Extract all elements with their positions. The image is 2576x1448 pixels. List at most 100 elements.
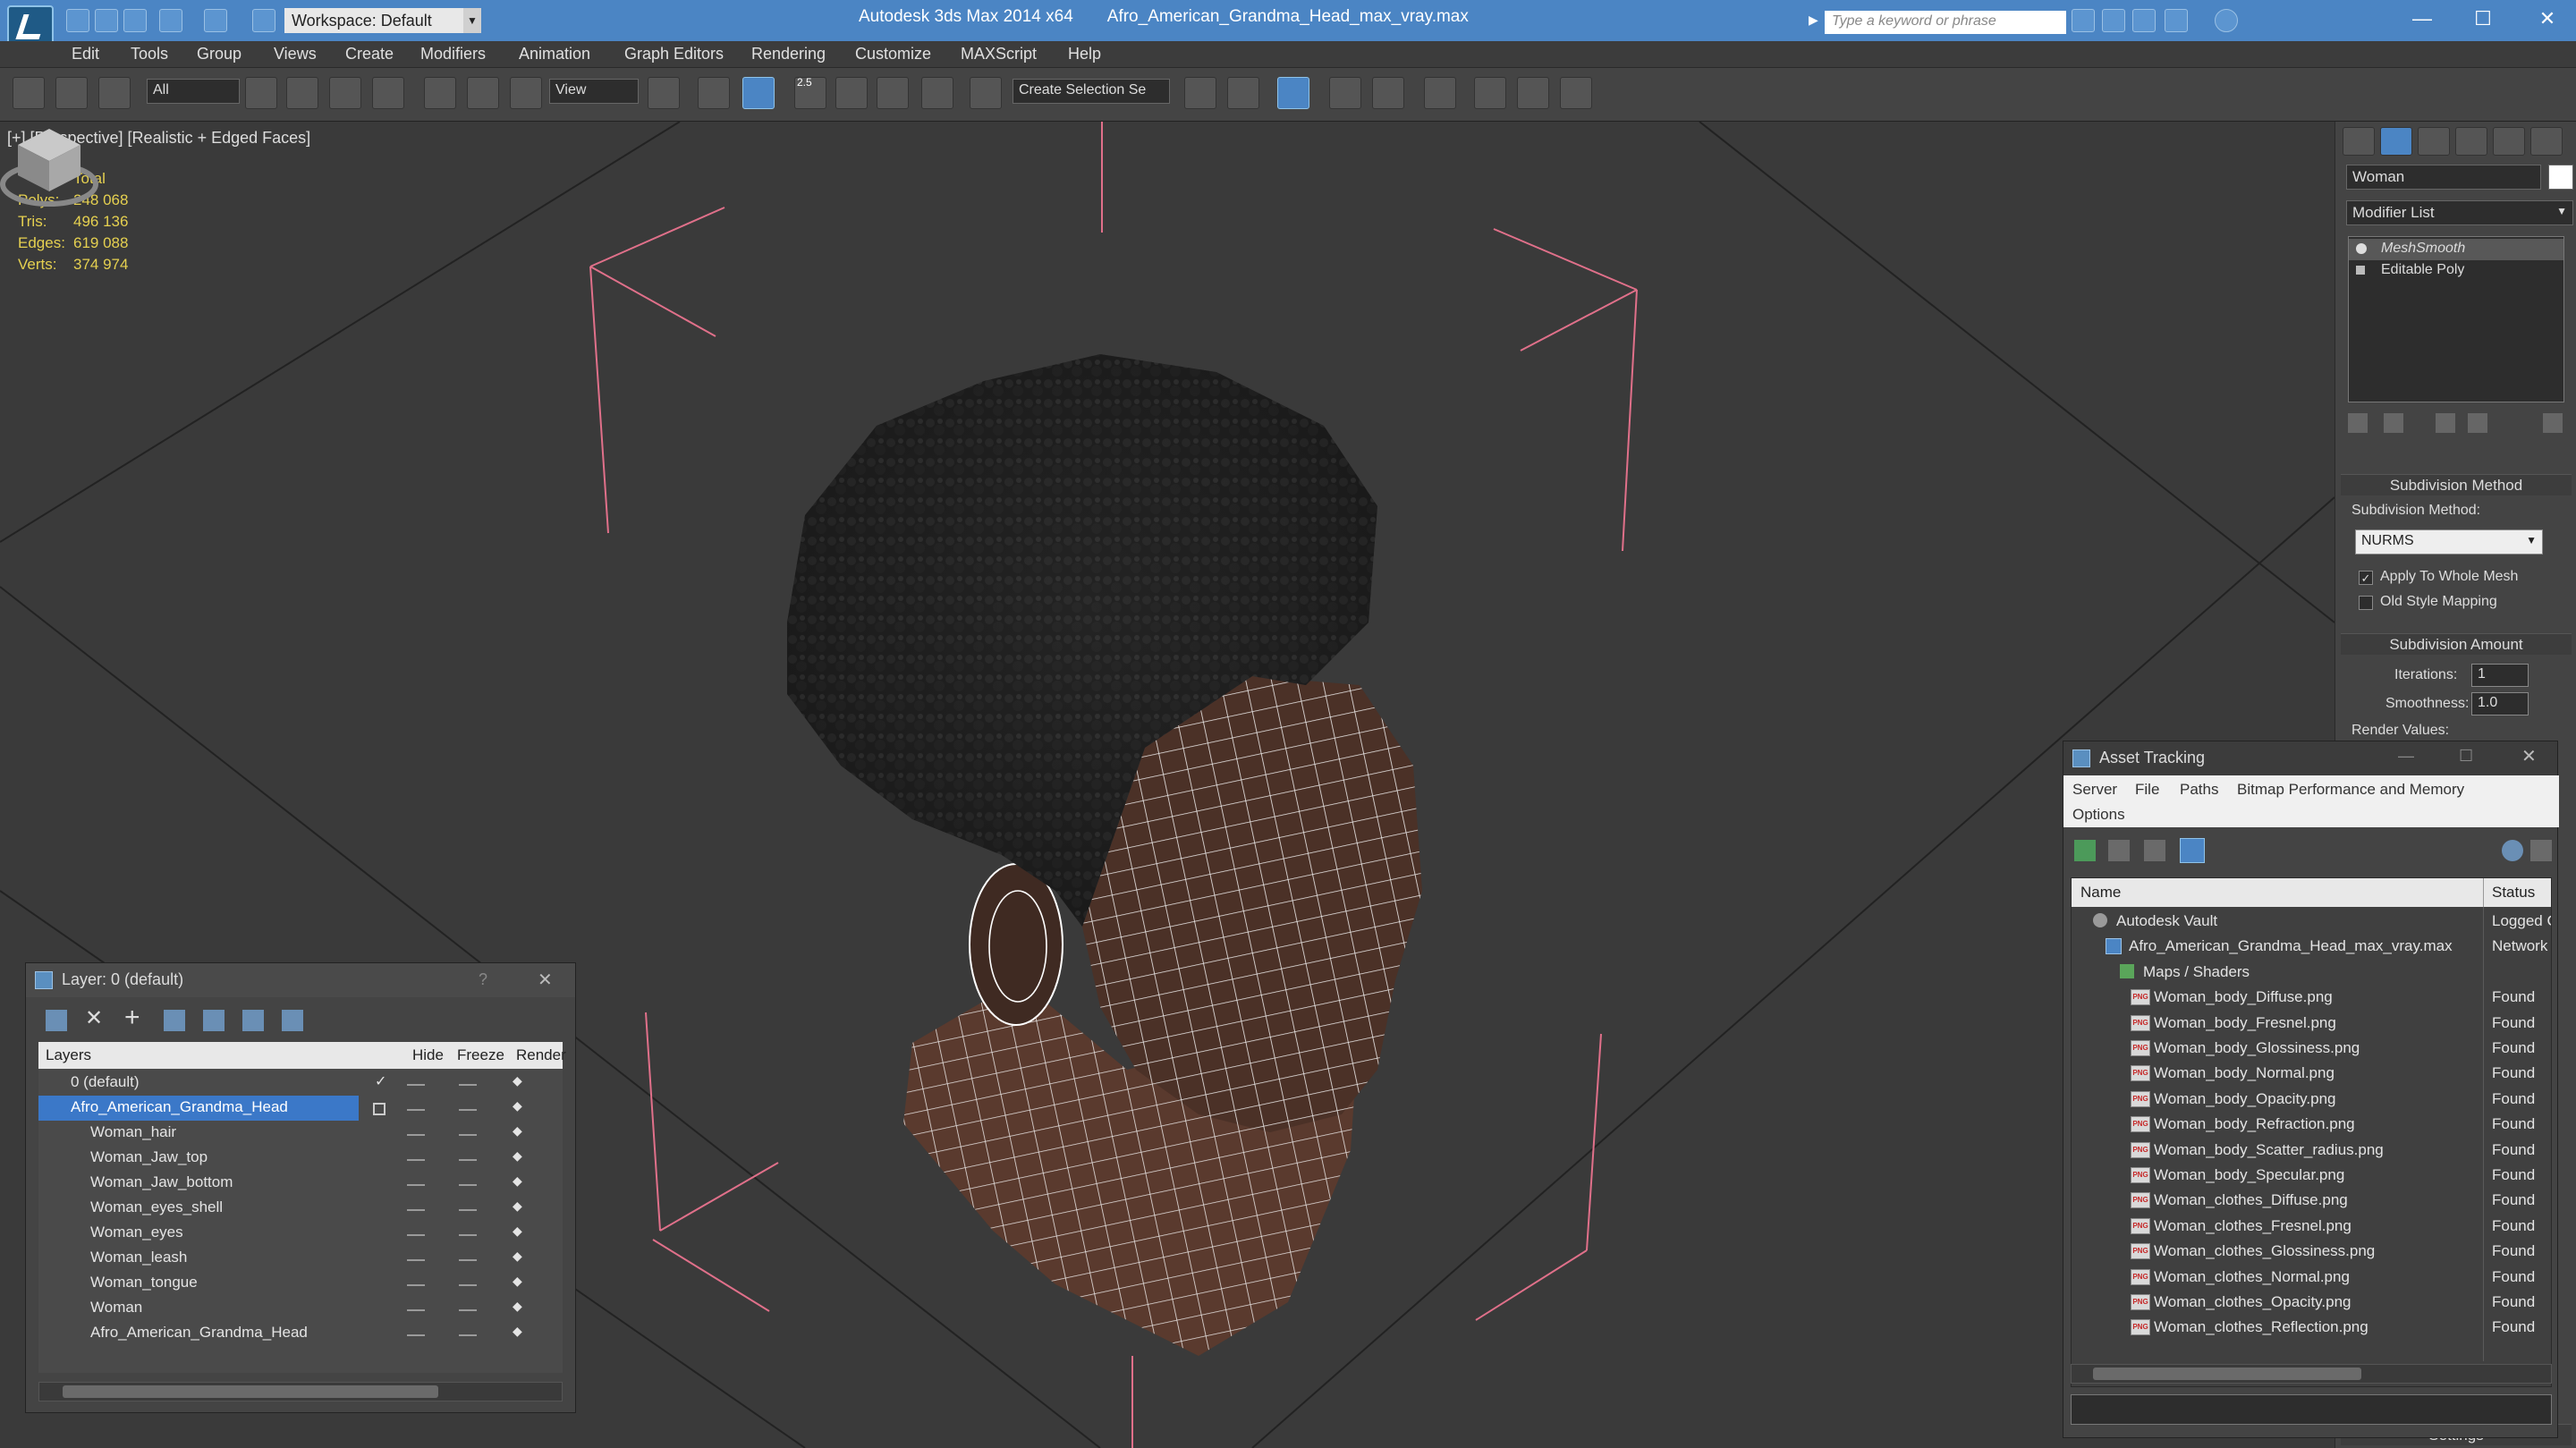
layer-row[interactable]: Woman_Jaw_top ◆ — [38, 1146, 563, 1171]
render-teapot-icon[interactable]: ◆ — [513, 1224, 522, 1239]
maximize-icon[interactable]: ☐ — [2467, 5, 2499, 32]
asset-row[interactable]: PNG Woman_clothes_Reflection.png Found — [2072, 1315, 2551, 1340]
viewcube-icon[interactable] — [0, 122, 98, 207]
freeze-toggle[interactable] — [459, 1184, 477, 1186]
hide-toggle[interactable] — [407, 1084, 425, 1086]
workspace-select[interactable]: Workspace: Default — [284, 8, 463, 33]
hide-toggle[interactable] — [407, 1309, 425, 1311]
render-teapot-icon[interactable]: ◆ — [513, 1148, 522, 1164]
app-logo-icon[interactable] — [7, 5, 54, 45]
asset-window-titlebar[interactable]: Asset Tracking — ☐ ✕ — [2063, 741, 2557, 775]
spinner-snap-icon[interactable] — [921, 77, 953, 109]
render-teapot-icon[interactable]: ◆ — [513, 1299, 522, 1314]
favorites-star-icon[interactable] — [2165, 9, 2188, 32]
schematic-view-icon[interactable] — [1424, 77, 1456, 109]
render-teapot-icon[interactable]: ◆ — [513, 1098, 522, 1114]
modify-tab-icon[interactable] — [2380, 127, 2412, 156]
column-name[interactable]: Name — [2080, 884, 2121, 902]
freeze-toggle[interactable] — [459, 1109, 477, 1111]
set-current-layer-icon[interactable] — [373, 1103, 386, 1115]
layer-row[interactable]: Woman_tongue ◆ — [38, 1271, 563, 1296]
configure-modifier-sets-icon[interactable] — [2543, 413, 2563, 433]
scale-icon[interactable] — [510, 77, 542, 109]
asset-row[interactable]: PNG Woman_clothes_Opacity.png Found — [2072, 1290, 2551, 1315]
edit-named-selection-icon[interactable] — [970, 77, 1002, 109]
menu-graph-editors[interactable]: Graph Editors — [624, 45, 724, 64]
asset-row[interactable]: PNG Woman_clothes_Diffuse.png Found — [2072, 1188, 2551, 1213]
asset-row[interactable]: PNG Woman_clothes_Normal.png Found — [2072, 1265, 2551, 1290]
apply-whole-mesh-checkbox[interactable]: ✓ — [2359, 571, 2373, 585]
create-layer-icon[interactable] — [46, 1010, 67, 1031]
old-style-mapping-checkbox[interactable] — [2359, 596, 2373, 610]
asset-row[interactable]: PNG Woman_body_Refraction.png Found — [2072, 1112, 2551, 1137]
layer-row[interactable]: Afro_American_Grandma_Head ◆ — [38, 1096, 563, 1121]
layer-horizontal-scrollbar[interactable] — [38, 1382, 563, 1401]
hide-toggle[interactable] — [407, 1159, 425, 1161]
render-teapot-icon[interactable]: ◆ — [513, 1274, 522, 1289]
close-icon[interactable]: ✕ — [2521, 745, 2537, 767]
column-status[interactable]: Status — [2492, 884, 2535, 902]
layer-window-titlebar[interactable]: Layer: 0 (default) ? ✕ — [26, 963, 575, 997]
menu-options[interactable]: Options — [2072, 806, 2125, 824]
communication-icon[interactable] — [2102, 9, 2125, 32]
render-setup-icon[interactable] — [1517, 77, 1549, 109]
project-folder-icon[interactable] — [252, 9, 275, 32]
redo-icon[interactable] — [204, 9, 227, 32]
layer-row[interactable]: Afro_American_Grandma_Head ◆ — [38, 1321, 563, 1346]
utilities-tab-icon[interactable] — [2530, 127, 2563, 156]
layer-row[interactable]: Woman ◆ — [38, 1296, 563, 1321]
freeze-toggle[interactable] — [459, 1309, 477, 1311]
align-icon[interactable] — [1227, 77, 1259, 109]
layer-row[interactable]: 0 (default) ✓ ◆ — [38, 1071, 563, 1096]
window-crossing-icon[interactable] — [372, 77, 404, 109]
render-teapot-icon[interactable]: ◆ — [513, 1324, 522, 1339]
rotate-icon[interactable] — [467, 77, 499, 109]
asset-row[interactable]: PNG Woman_body_Opacity.png Found — [2072, 1087, 2551, 1112]
menu-maxscript[interactable]: MAXScript — [961, 45, 1037, 64]
rollout-subdivision-method[interactable]: Subdivision Method — [2341, 474, 2572, 495]
selection-filter-select[interactable]: All — [147, 79, 240, 104]
hide-toggle[interactable] — [407, 1134, 425, 1136]
table-view-icon[interactable] — [2180, 838, 2205, 863]
create-tab-icon[interactable] — [2343, 127, 2375, 156]
render-teapot-icon[interactable]: ◆ — [513, 1249, 522, 1264]
menu-modifiers[interactable]: Modifiers — [420, 45, 486, 64]
move-icon[interactable] — [424, 77, 456, 109]
freeze-toggle[interactable] — [459, 1284, 477, 1286]
freeze-toggle[interactable] — [459, 1159, 477, 1161]
asset-row[interactable]: PNG Woman_body_Normal.png Found — [2072, 1061, 2551, 1086]
remove-modifier-icon[interactable] — [2468, 413, 2487, 433]
hide-all-layers-icon[interactable] — [242, 1010, 264, 1031]
hide-toggle[interactable] — [407, 1234, 425, 1236]
asset-horizontal-scrollbar[interactable] — [2071, 1364, 2552, 1384]
mirror-icon[interactable] — [1184, 77, 1216, 109]
highlight-layer-icon[interactable] — [203, 1010, 225, 1031]
menu-group[interactable]: Group — [197, 45, 242, 64]
hide-toggle[interactable] — [407, 1259, 425, 1261]
hide-toggle[interactable] — [407, 1184, 425, 1186]
lightbulb-icon[interactable] — [2356, 243, 2367, 254]
render-teapot-icon[interactable]: ◆ — [513, 1198, 522, 1214]
refresh-icon[interactable] — [2074, 840, 2096, 861]
menu-help[interactable]: Help — [1068, 45, 1101, 64]
save-file-icon[interactable] — [123, 9, 147, 32]
modifier-list-select[interactable]: Modifier List ▼ — [2346, 200, 2573, 225]
graphite-ribbon-icon[interactable] — [1329, 77, 1361, 109]
stack-item-editable-poly[interactable]: Editable Poly — [2349, 260, 2563, 282]
asset-row[interactable]: Autodesk Vault Logged C — [2072, 909, 2551, 934]
render-teapot-icon[interactable]: ◆ — [513, 1123, 522, 1139]
render-teapot-icon[interactable] — [1560, 77, 1592, 109]
new-file-icon[interactable] — [66, 9, 89, 32]
settings-gear-icon[interactable] — [2530, 840, 2552, 861]
snaps-toggle-icon[interactable]: 2.5 — [794, 76, 826, 109]
link-icon[interactable] — [13, 77, 45, 109]
pin-stack-icon[interactable] — [2348, 413, 2368, 433]
hide-toggle[interactable] — [407, 1284, 425, 1286]
layer-row[interactable]: Woman_hair ◆ — [38, 1121, 563, 1146]
rollout-subdivision-amount[interactable]: Subdivision Amount — [2341, 633, 2572, 655]
keyboard-shortcut-override-icon[interactable] — [742, 77, 775, 109]
binoculars-icon[interactable] — [2072, 9, 2095, 32]
column-freeze[interactable]: Freeze — [457, 1046, 504, 1064]
help-icon[interactable] — [2215, 9, 2238, 32]
asset-row[interactable]: PNG Woman_body_Specular.png Found — [2072, 1163, 2551, 1188]
